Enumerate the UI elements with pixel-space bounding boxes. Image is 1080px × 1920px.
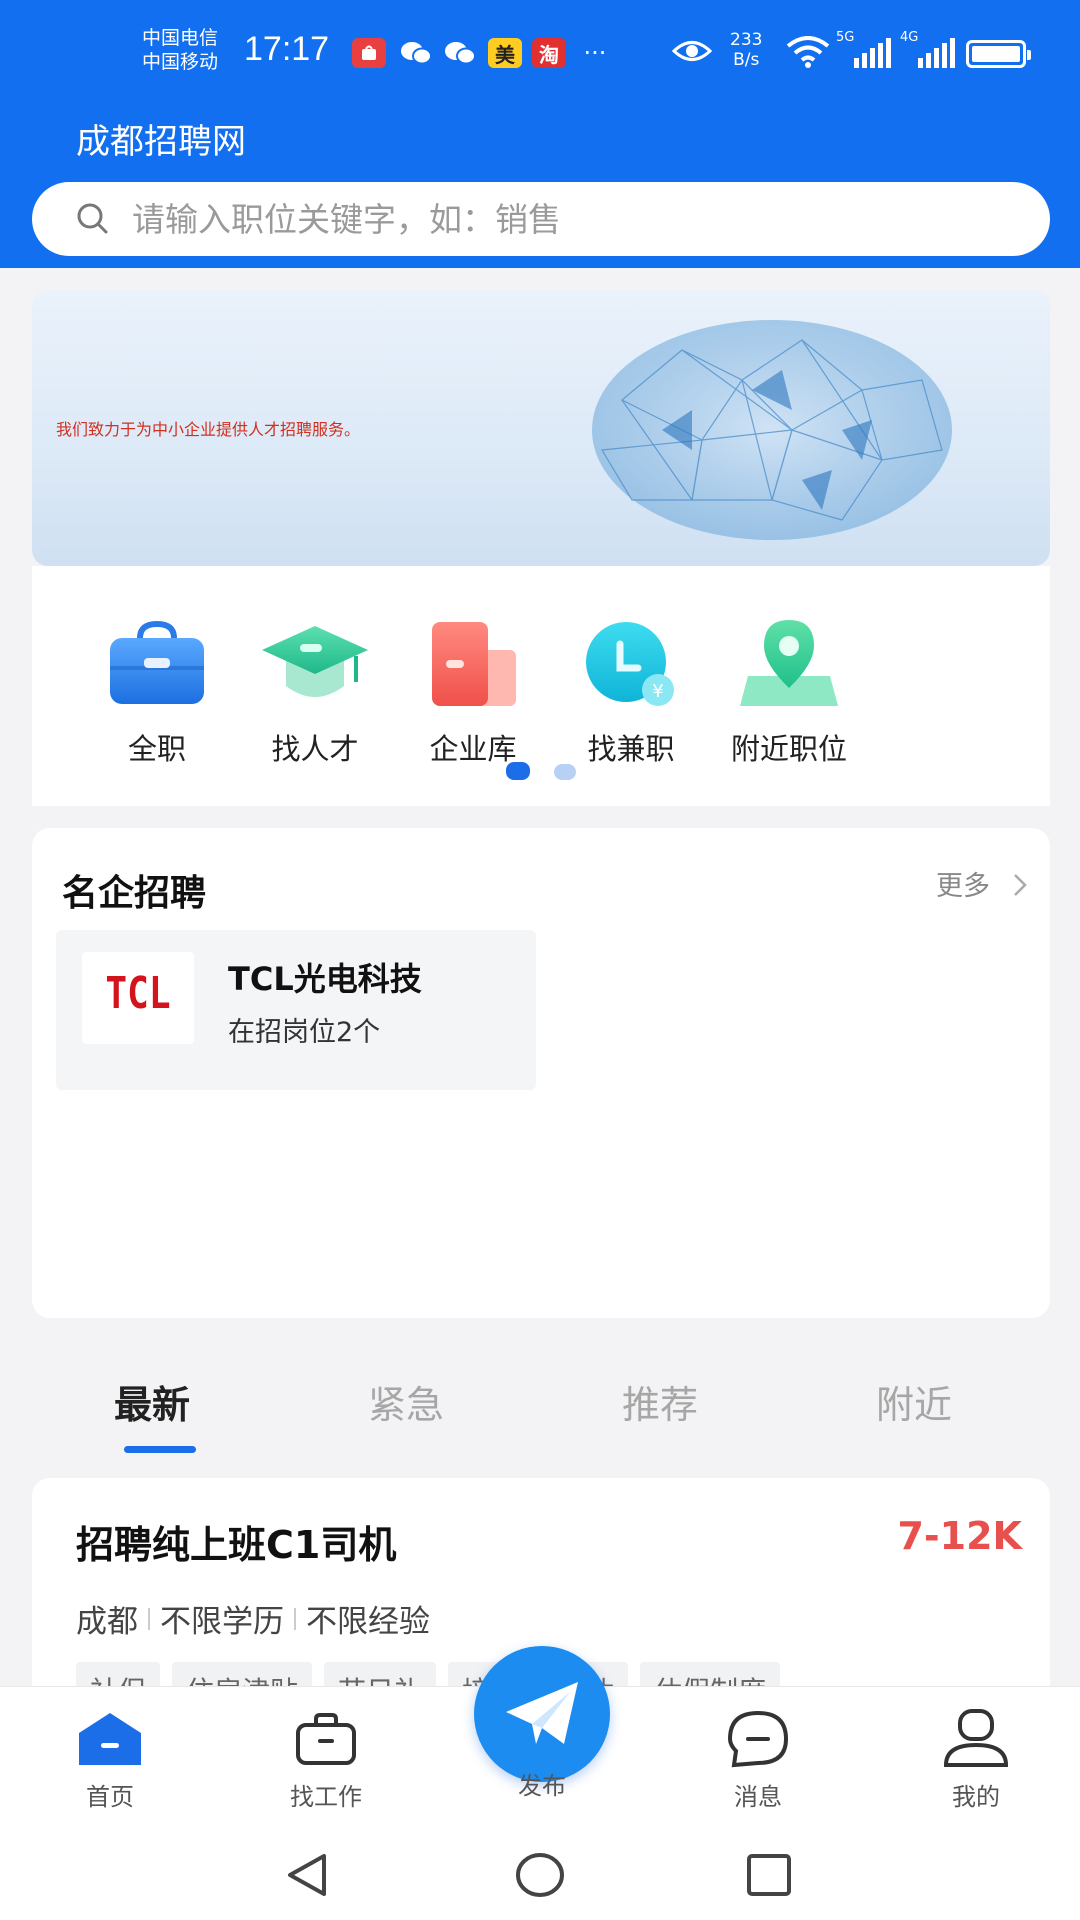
company-name: TCL光电科技 — [228, 960, 422, 998]
tab-urgent[interactable]: 紧急 — [368, 1374, 444, 1429]
network-globe-illustration — [592, 320, 952, 540]
wechat-icon — [398, 38, 434, 68]
app-header: 中国电信 中国移动 17:17 美 淘 ··· 233 B/s 5G 4G 成都… — [0, 0, 1080, 268]
tab-latest[interactable]: 最新 — [114, 1374, 190, 1429]
banner-text: 我们致力于为中小企业提供人才招聘服务。 — [56, 420, 361, 439]
briefcase-icon — [102, 616, 212, 712]
divider — [148, 1607, 150, 1630]
graduation-cap-icon — [260, 616, 370, 712]
category-nearby-jobs[interactable]: 附近职位 — [704, 616, 874, 768]
category-grid: 全职 找人才 企业库 ¥ 找兼职 附近职位 — [32, 566, 1050, 806]
wifi-icon — [786, 36, 830, 68]
search-icon — [77, 203, 108, 234]
signal-strength-icon — [854, 38, 891, 68]
search-input[interactable] — [132, 182, 1012, 256]
category-part-time[interactable]: ¥ 找兼职 — [546, 616, 716, 768]
carrier-2: 中国移动 — [142, 51, 219, 73]
huawei-app-icon — [352, 38, 386, 68]
section-title: 名企招聘 — [62, 873, 207, 914]
briefcase-outline-icon — [296, 1713, 356, 1765]
publish-button[interactable] — [474, 1646, 610, 1782]
company-logo-text: TCL — [105, 968, 171, 1019]
network-speed: 233 B/s — [730, 30, 762, 70]
message-bubble-icon — [727, 1710, 789, 1768]
nav-mine[interactable]: 我的 — [906, 1707, 1046, 1812]
nav-label: 首页 — [86, 1783, 134, 1811]
job-salary: 7-12K — [897, 1514, 1022, 1558]
nav-label: 找工作 — [290, 1783, 362, 1811]
paper-plane-icon — [506, 1682, 578, 1744]
nav-find-job[interactable]: 找工作 — [256, 1707, 396, 1812]
famous-companies-section: 名企招聘 更多 TCL TCL光电科技 在招岗位2个 — [32, 828, 1050, 1318]
signal-strength-icon-2 — [918, 38, 955, 68]
home-icon — [79, 1713, 141, 1765]
search-bar[interactable] — [32, 182, 1050, 256]
more-link[interactable]: 更多 — [936, 864, 990, 903]
active-tab-indicator — [124, 1446, 196, 1453]
carrier-1: 中国电信 — [142, 27, 219, 49]
svg-text:¥: ¥ — [652, 681, 663, 702]
wechat-icon-2 — [442, 38, 478, 68]
user-profile-icon — [943, 1709, 1009, 1767]
eye-comfort-icon — [672, 41, 712, 61]
net-speed-unit: B/s — [733, 50, 760, 70]
part-time-clock-icon: ¥ — [576, 616, 686, 712]
category-company-library[interactable]: 企业库 — [388, 616, 558, 768]
nav-messages[interactable]: 消息 — [688, 1707, 828, 1812]
home-circle-icon[interactable] — [514, 1850, 566, 1900]
job-title: 招聘纯上班C1司机 — [76, 1523, 397, 1567]
nav-home[interactable]: 首页 — [40, 1707, 180, 1812]
promo-banner[interactable]: 我们致力于为中小企业提供人才招聘服务。 — [32, 290, 1050, 566]
back-triangle-icon[interactable] — [282, 1850, 332, 1900]
system-navigation-bar — [0, 1822, 1080, 1920]
taobao-icon: 淘 — [532, 38, 566, 68]
page-dot-active[interactable] — [506, 762, 530, 780]
company-logo: TCL — [82, 952, 194, 1044]
page-dot[interactable] — [554, 764, 576, 780]
nav-label: 我的 — [952, 1783, 1000, 1811]
job-location: 成都 — [76, 1604, 138, 1640]
divider — [294, 1607, 296, 1630]
recent-apps-square-icon[interactable] — [744, 1850, 794, 1900]
status-bar: 中国电信 中国移动 17:17 美 淘 ··· 233 B/s 5G 4G — [0, 0, 1080, 100]
location-pin-icon — [734, 616, 844, 712]
job-requirements: 成都 不限学历 不限经验 — [76, 1596, 430, 1641]
company-open-positions: 在招岗位2个 — [228, 1017, 381, 1048]
more-notifications-icon: ··· — [583, 39, 607, 67]
nav-label-publish: 发布 — [518, 1772, 566, 1800]
category-find-talent[interactable]: 找人才 — [230, 616, 400, 768]
job-list-tabs: 最新 紧急 推荐 附近 — [32, 1360, 1050, 1453]
job-experience: 不限经验 — [306, 1604, 430, 1640]
net-speed-value: 233 — [730, 30, 763, 50]
tab-nearby[interactable]: 附近 — [876, 1374, 952, 1429]
battery-icon — [966, 40, 1031, 68]
chevron-right-icon[interactable] — [1012, 872, 1028, 898]
status-time: 17:17 — [244, 30, 330, 68]
job-education: 不限学历 — [160, 1604, 284, 1640]
carrier-info: 中国电信 中国移动 — [142, 26, 218, 74]
tab-recommended[interactable]: 推荐 — [622, 1374, 698, 1429]
company-icon — [418, 616, 528, 712]
company-card[interactable]: TCL TCL光电科技 在招岗位2个 — [56, 930, 536, 1090]
carousel-dots — [32, 762, 1050, 784]
meituan-icon: 美 — [488, 38, 522, 68]
app-title: 成都招聘网 — [76, 122, 246, 162]
nav-label: 消息 — [734, 1783, 782, 1811]
category-full-time[interactable]: 全职 — [72, 616, 242, 768]
